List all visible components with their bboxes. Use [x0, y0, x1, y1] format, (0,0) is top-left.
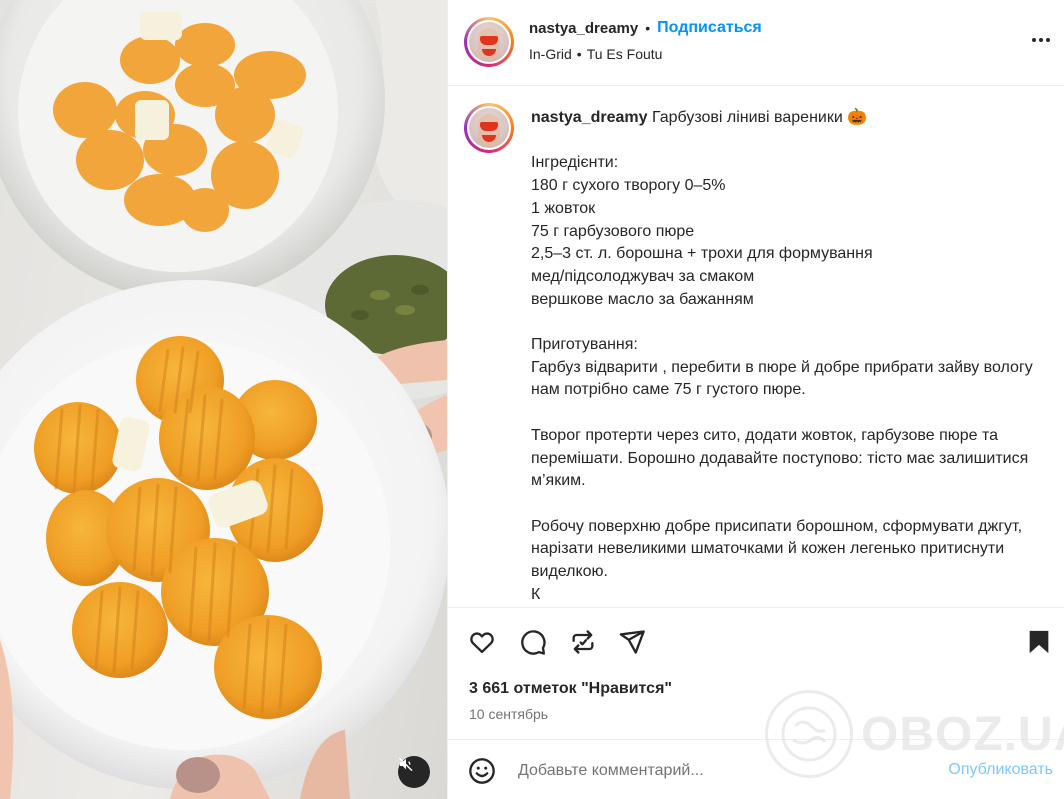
caption-avatar-image: [469, 108, 509, 148]
emoji-icon: [469, 758, 495, 784]
caption-spacer: [531, 130, 1051, 153]
caption-line: мед/підсолоджувач за смаком: [531, 267, 755, 285]
avatar[interactable]: [464, 17, 514, 67]
comment-bar: Опубликовать: [448, 741, 1064, 799]
heart-icon: [470, 632, 494, 654]
caption-line: Робочу поверхню добре присипати борошном…: [531, 517, 1023, 580]
caption-spacer: [531, 402, 1051, 425]
caption-avatar[interactable]: [464, 103, 514, 153]
like-button[interactable]: [466, 626, 498, 658]
caption-line: 1 жовток: [531, 199, 596, 217]
audio-track[interactable]: Tu Es Foutu: [587, 46, 663, 62]
caption-line: Приготування:: [531, 336, 638, 353]
caption-line: Творог протерти через сито, додати жовто…: [531, 426, 1029, 490]
post-header: nastya_dreamy • Подписаться In-Grid • Tu…: [448, 0, 1064, 86]
audio-artist[interactable]: In-Grid: [529, 46, 572, 62]
caption-spacer: [531, 493, 1051, 516]
post-date[interactable]: 10 сентябрь: [469, 706, 548, 722]
post-media[interactable]: [0, 0, 447, 799]
repost-button[interactable]: [567, 626, 599, 658]
mute-button[interactable]: [398, 756, 430, 788]
likes-count[interactable]: 3 661 отметок "Нравится": [469, 680, 672, 698]
more-options-button[interactable]: [1027, 30, 1055, 50]
caption-line: Гарбуз відварити , перебити в пюре й доб…: [531, 358, 1033, 399]
comment-button[interactable]: [517, 626, 549, 658]
share-button[interactable]: [616, 626, 648, 658]
comment-icon: [521, 630, 546, 655]
follow-button[interactable]: Подписаться: [657, 19, 762, 37]
publish-button[interactable]: Опубликовать: [948, 761, 1053, 779]
post-actions: OBOZ.UA 3 661 отметок "Нравится" 10 сент…: [448, 608, 1064, 778]
food-photo: [0, 0, 447, 799]
caption-cutoff-line: К: [531, 585, 541, 603]
separator-dot: •: [645, 20, 651, 36]
more-icon: [1032, 38, 1036, 42]
caption-line: Інгредієнти:: [531, 154, 619, 172]
comment-input[interactable]: [518, 759, 918, 783]
caption-line: вершкове масло за бажанням: [531, 290, 754, 308]
save-button[interactable]: [1023, 626, 1055, 658]
audio-separator: •: [576, 46, 582, 62]
muted-speaker-icon: [398, 757, 413, 772]
caption-username[interactable]: nastya_dreamy: [531, 109, 648, 126]
bookmark-icon: [1029, 630, 1049, 654]
author-username[interactable]: nastya_dreamy: [529, 20, 638, 37]
send-icon: [619, 630, 645, 654]
caption-text: nastya_dreamy Гарбузові ліниві вареники …: [531, 107, 1051, 606]
caption-scroll-area[interactable]: nastya_dreamy Гарбузові ліниві вареники …: [448, 86, 1064, 608]
emoji-button[interactable]: [466, 755, 498, 787]
caption-title: Гарбузові ліниві вареники 🎃: [647, 109, 868, 126]
repost-icon: [572, 630, 594, 654]
caption-line: 2,5–3 ст. л. борошна + трохи для формува…: [531, 245, 873, 263]
avatar-image: [469, 22, 509, 62]
post-panel: nastya_dreamy • Подписаться In-Grid • Tu…: [447, 0, 1064, 799]
caption-line: 180 г сухого творогу 0–5%: [531, 177, 726, 195]
caption-spacer: [531, 311, 1051, 334]
caption-line: 75 г гарбузового пюре: [531, 222, 695, 240]
